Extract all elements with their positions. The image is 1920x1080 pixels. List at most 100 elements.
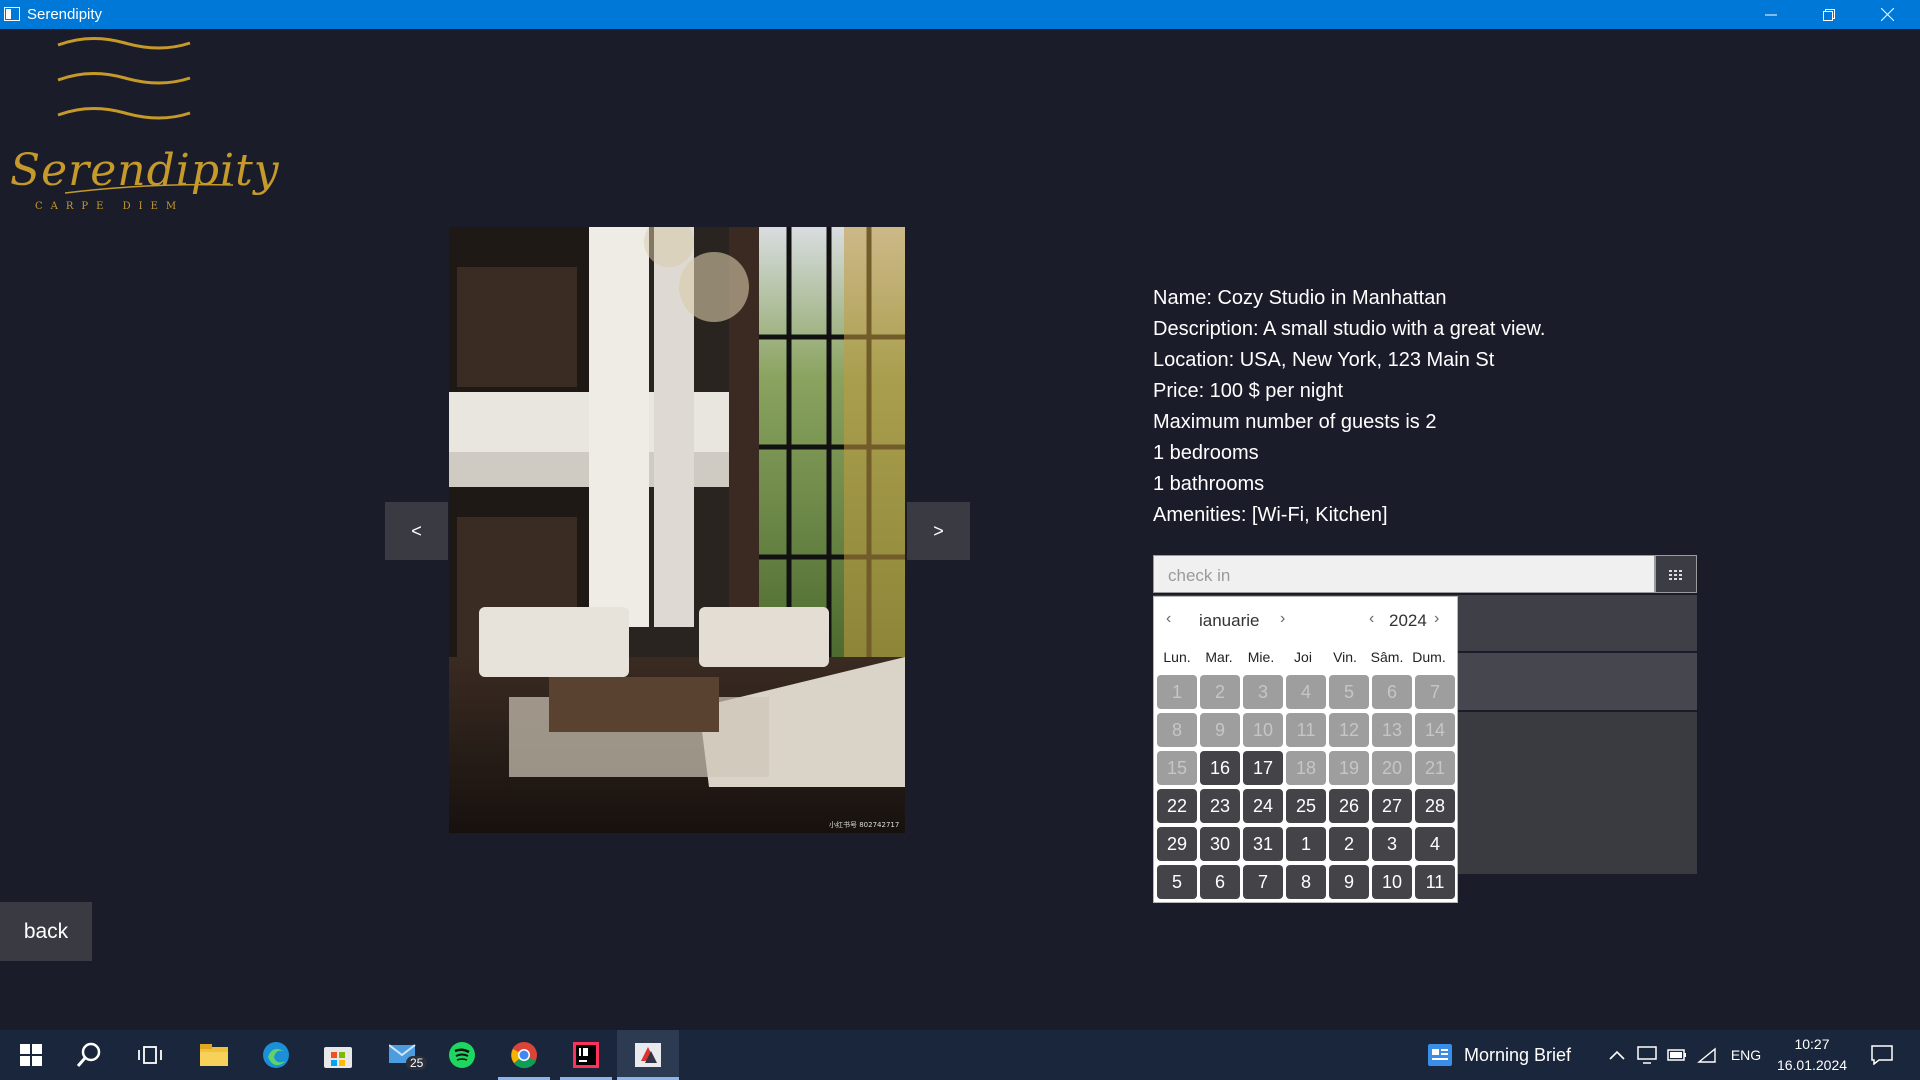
calendar-day[interactable]: 4 bbox=[1415, 827, 1455, 861]
calendar-day: 21 bbox=[1415, 751, 1455, 785]
wifi-button[interactable] bbox=[1694, 1030, 1720, 1080]
calendar-day[interactable]: 16 bbox=[1200, 751, 1240, 785]
serendipity-app-button[interactable] bbox=[617, 1030, 679, 1080]
calendar-day[interactable]: 3 bbox=[1372, 827, 1412, 861]
calendar-day[interactable]: 10 bbox=[1372, 865, 1412, 899]
task-view-icon bbox=[138, 1046, 162, 1064]
day-name: Vin. bbox=[1333, 649, 1357, 665]
calendar-day[interactable]: 17 bbox=[1243, 751, 1283, 785]
spotify-button[interactable] bbox=[436, 1030, 488, 1080]
title-bar: Serendipity bbox=[0, 0, 1920, 29]
detail-max-guests: Maximum number of guests is 2 bbox=[1153, 411, 1437, 433]
calendar-day[interactable]: 1 bbox=[1286, 827, 1326, 861]
chrome-button[interactable] bbox=[498, 1030, 550, 1080]
next-year-icon[interactable]: › bbox=[1434, 610, 1439, 628]
calendar-day[interactable]: 6 bbox=[1200, 865, 1240, 899]
battery-button[interactable] bbox=[1664, 1030, 1690, 1080]
calendar-week-row: 29 30 31 1 2 3 4 bbox=[1157, 827, 1455, 861]
folder-icon bbox=[200, 1044, 228, 1066]
calendar-day: 15 bbox=[1157, 751, 1197, 785]
calendar-day: 19 bbox=[1329, 751, 1369, 785]
search-button[interactable] bbox=[63, 1030, 115, 1080]
day-name: Dum. bbox=[1412, 649, 1446, 665]
close-icon bbox=[1880, 8, 1894, 21]
calendar-day: 7 bbox=[1415, 675, 1455, 709]
clock-date: 16.01.2024 bbox=[1776, 1057, 1848, 1073]
calendar-day: 8 bbox=[1157, 713, 1197, 747]
restore-button[interactable] bbox=[1800, 0, 1858, 29]
store-button[interactable] bbox=[312, 1030, 364, 1080]
intellij-icon bbox=[573, 1042, 599, 1068]
previous-image-button[interactable]: < bbox=[385, 502, 448, 560]
calendar-day: 6 bbox=[1372, 675, 1412, 709]
calendar-day[interactable]: 25 bbox=[1286, 789, 1326, 823]
app-icon bbox=[4, 7, 20, 21]
calendar-day[interactable]: 23 bbox=[1200, 789, 1240, 823]
clock[interactable]: 10:27 16.01.2024 bbox=[1772, 1034, 1852, 1076]
calendar-day: 5 bbox=[1329, 675, 1369, 709]
calendar-day[interactable]: 29 bbox=[1157, 827, 1197, 861]
monitor-icon bbox=[1637, 1046, 1657, 1064]
property-photo: 小红书号 802742717 bbox=[449, 227, 905, 833]
calendar-day[interactable]: 5 bbox=[1157, 865, 1197, 899]
detail-price: Price: 100 $ per night bbox=[1153, 380, 1344, 402]
store-icon bbox=[324, 1047, 352, 1068]
prev-month-icon[interactable]: ‹ bbox=[1166, 610, 1171, 628]
calendar-popup: ‹ ianuarie › ‹ 2024 › Lun. Mar. Mie. Joi Vin… bbox=[1153, 596, 1458, 903]
detail-description: Description: A small studio with a great… bbox=[1153, 318, 1546, 340]
next-image-button[interactable]: > bbox=[907, 502, 970, 560]
calendar-day[interactable]: 27 bbox=[1372, 789, 1412, 823]
task-view-button[interactable] bbox=[124, 1030, 176, 1080]
waves-icon bbox=[57, 36, 191, 120]
calendar-week-row: 1234567 bbox=[1157, 675, 1455, 709]
wifi-icon bbox=[1697, 1047, 1716, 1063]
detail-amenities: Amenities: [Wi-Fi, Kitchen] bbox=[1153, 504, 1388, 526]
show-hidden-icons-button[interactable] bbox=[1606, 1030, 1628, 1080]
notification-icon bbox=[1871, 1045, 1893, 1065]
file-explorer-button[interactable] bbox=[188, 1030, 240, 1080]
calendar-day[interactable]: 24 bbox=[1243, 789, 1283, 823]
calendar-toggle-button[interactable] bbox=[1655, 555, 1697, 593]
day-name: Mar. bbox=[1205, 649, 1233, 665]
calendar-day: 12 bbox=[1329, 713, 1369, 747]
mail-badge: 25 bbox=[406, 1056, 428, 1070]
intellij-button[interactable] bbox=[560, 1030, 612, 1080]
calendar-day: 9 bbox=[1200, 713, 1240, 747]
news-widget[interactable]: Morning Brief bbox=[1428, 1030, 1588, 1080]
calendar-day[interactable]: 31 bbox=[1243, 827, 1283, 861]
calendar-day[interactable]: 2 bbox=[1329, 827, 1369, 861]
calendar-day[interactable]: 26 bbox=[1329, 789, 1369, 823]
windows-start-icon bbox=[20, 1044, 42, 1066]
minimize-button[interactable] bbox=[1742, 0, 1800, 29]
back-button[interactable]: back bbox=[0, 902, 92, 961]
mail-button[interactable]: 25 bbox=[378, 1030, 430, 1080]
calendar-day[interactable]: 30 bbox=[1200, 827, 1240, 861]
window-title: Serendipity bbox=[27, 6, 103, 23]
calendar-day: 1 bbox=[1157, 675, 1197, 709]
calendar-day[interactable]: 11 bbox=[1415, 865, 1455, 899]
prev-year-icon[interactable]: ‹ bbox=[1369, 610, 1374, 628]
calendar-week-row: 15 16 17 18 19 20 21 bbox=[1157, 751, 1455, 785]
start-button[interactable] bbox=[5, 1030, 57, 1080]
day-name: Sâm. bbox=[1370, 649, 1404, 665]
calendar-day: 11 bbox=[1286, 713, 1326, 747]
detail-name: Name: Cozy Studio in Manhattan bbox=[1153, 287, 1447, 309]
day-names-row: Lun. Mar. Mie. Joi Vin. Sâm. Dum. bbox=[1156, 649, 1450, 665]
calendar-day[interactable]: 9 bbox=[1329, 865, 1369, 899]
calendar-day: 4 bbox=[1286, 675, 1326, 709]
day-name: Lun. bbox=[1163, 649, 1191, 665]
news-icon bbox=[1428, 1044, 1452, 1066]
property-details: Name: Cozy Studio in Manhattan Descripti… bbox=[1153, 283, 1545, 531]
system-tray-device[interactable] bbox=[1634, 1030, 1660, 1080]
calendar-day[interactable]: 8 bbox=[1286, 865, 1326, 899]
edge-button[interactable] bbox=[250, 1030, 302, 1080]
calendar-day[interactable]: 22 bbox=[1157, 789, 1197, 823]
check-in-input[interactable]: check in bbox=[1153, 555, 1655, 593]
language-indicator[interactable]: ENG bbox=[1728, 1030, 1764, 1080]
calendar-week-row: 22 23 24 25 26 27 28 bbox=[1157, 789, 1455, 823]
notifications-button[interactable] bbox=[1862, 1030, 1902, 1080]
next-month-icon[interactable]: › bbox=[1280, 610, 1285, 628]
close-button[interactable] bbox=[1858, 0, 1916, 29]
calendar-day[interactable]: 7 bbox=[1243, 865, 1283, 899]
calendar-day[interactable]: 28 bbox=[1415, 789, 1455, 823]
